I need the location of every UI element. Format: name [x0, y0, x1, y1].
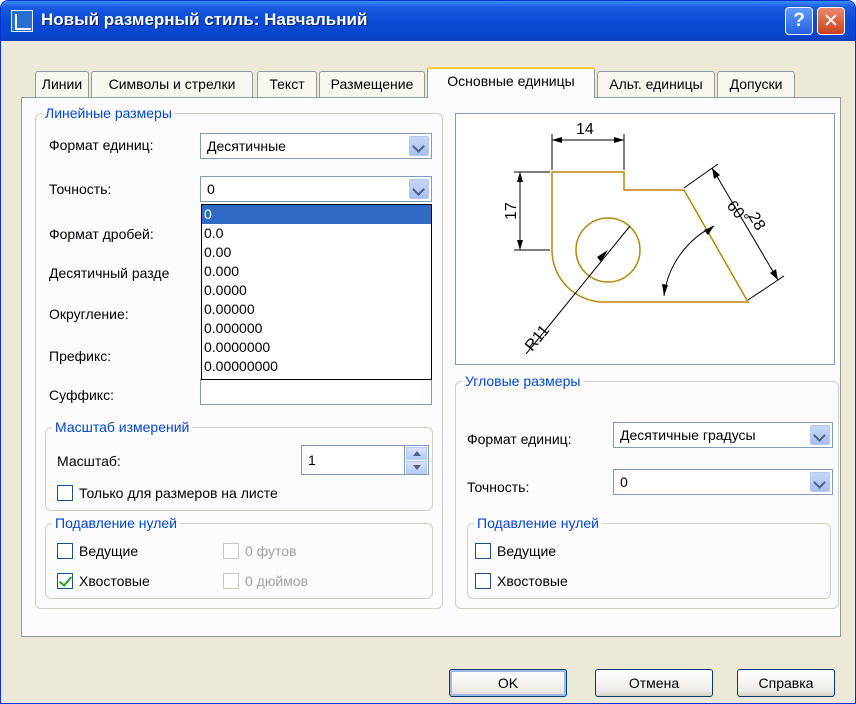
linear-unit-format-value: Десятичные: [207, 138, 286, 154]
precision-option[interactable]: 0.0000000: [202, 338, 431, 357]
spin-up-icon[interactable]: [406, 447, 427, 460]
tab-alternate-units[interactable]: Альт. единицы: [597, 71, 715, 97]
part-outline: [551, 171, 750, 303]
chevron-down-icon[interactable]: [409, 136, 429, 156]
angular-trailing-label: Хвостовые: [497, 573, 568, 589]
help-button[interactable]: Справка: [737, 669, 835, 697]
arrow-icon: [770, 269, 778, 280]
precision-option[interactable]: 0.0000: [202, 281, 431, 300]
precision-option[interactable]: 0.0: [202, 224, 431, 243]
measurement-scale-title: Масштаб измерений: [55, 419, 190, 435]
tab-tolerances[interactable]: Допуски: [717, 71, 795, 97]
roundoff-label: Округление:: [49, 306, 129, 322]
dim-top-text: 14: [576, 121, 594, 138]
linear-unit-format-label: Формат единиц:: [49, 137, 154, 153]
angular-dimensions-title: Угловые размеры: [465, 373, 581, 389]
dim-left-text: 17: [503, 202, 520, 220]
angular-precision-value: 0: [620, 474, 628, 490]
ok-button[interactable]: OK: [449, 669, 567, 697]
tab-primary-units[interactable]: Основные единицы: [427, 67, 595, 98]
linear-trailing-label: Хвостовые: [79, 573, 150, 589]
arrow-icon: [552, 137, 562, 143]
linear-leading-label: Ведущие: [79, 543, 139, 559]
dim-angle-text: 60°: [723, 198, 752, 227]
linear-unit-format-select[interactable]: Десятичные: [200, 133, 432, 159]
prefix-label: Префикс:: [49, 348, 112, 364]
help-title-button[interactable]: ?: [785, 7, 813, 35]
scale-label: Масштаб:: [57, 453, 121, 469]
angular-leading-checkbox[interactable]: [475, 543, 491, 559]
angular-unit-format-select[interactable]: Десятичные градусы: [613, 422, 833, 448]
spin-down-icon[interactable]: [406, 461, 427, 474]
preview-drawing: 14 17 R11 28 60°: [503, 121, 785, 355]
feet-checkbox: [223, 543, 239, 559]
window-title: Новый размерный стиль: Навчальний: [41, 10, 368, 29]
chevron-down-icon[interactable]: [810, 425, 830, 445]
linear-trailing-checkbox[interactable]: [57, 573, 73, 589]
angular-unit-format-value: Десятичные градусы: [620, 427, 756, 443]
linear-dimensions-title: Линейные размеры: [45, 105, 172, 121]
dim-28-ext-bottom: [747, 275, 785, 301]
tab-symbols-arrows[interactable]: Символы и стрелки: [91, 71, 253, 97]
dim-28-ext-top: [683, 163, 719, 189]
linear-precision-value: 0: [207, 181, 215, 197]
arrow-icon: [712, 168, 720, 179]
inches-checkbox: [223, 573, 239, 589]
chevron-down-icon[interactable]: [409, 179, 429, 199]
tab-lines[interactable]: Линии: [35, 71, 89, 97]
linear-precision-select[interactable]: 0: [200, 176, 432, 202]
app-icon: [11, 10, 33, 32]
title-bar[interactable]: Новый размерный стиль: Навчальний ? ✕: [1, 1, 855, 41]
inches-label: 0 дюймов: [245, 573, 309, 589]
close-button[interactable]: ✕: [817, 7, 845, 35]
precision-option[interactable]: 0.00000: [202, 300, 431, 319]
dimension-style-dialog: Новый размерный стиль: Навчальний ? ✕ Ли…: [0, 0, 856, 704]
arrow-icon: [517, 172, 523, 182]
suffix-input[interactable]: [200, 379, 432, 405]
arrow-icon: [614, 137, 624, 143]
angular-leading-label: Ведущие: [497, 543, 557, 559]
dim-angle-arc: [663, 225, 715, 297]
angular-precision-label: Точность:: [467, 479, 530, 495]
decimal-separator-label: Десятичный разде: [49, 265, 170, 281]
angular-unit-format-label: Формат единиц:: [467, 431, 572, 447]
precision-option[interactable]: 0: [202, 205, 431, 224]
precision-option[interactable]: 0.000: [202, 262, 431, 281]
linear-precision-label: Точность:: [49, 181, 112, 197]
angular-zero-suppression-title: Подавление нулей: [477, 515, 599, 531]
tab-fit[interactable]: Размещение: [319, 71, 425, 97]
arrow-icon: [517, 240, 523, 250]
precision-dropdown-list[interactable]: 0 0.0 0.00 0.000 0.0000 0.00000 0.000000…: [201, 204, 432, 380]
scale-input[interactable]: 1: [301, 445, 405, 475]
layout-only-label: Только для размеров на листе: [79, 485, 278, 501]
angular-precision-select[interactable]: 0: [613, 469, 833, 495]
precision-option[interactable]: 0.00: [202, 243, 431, 262]
fraction-format-label: Формат дробей:: [49, 226, 154, 242]
precision-option[interactable]: 0.000000: [202, 319, 431, 338]
feet-label: 0 футов: [245, 543, 297, 559]
scale-spinner[interactable]: [404, 445, 429, 475]
linear-leading-checkbox[interactable]: [57, 543, 73, 559]
linear-zero-suppression-title: Подавление нулей: [55, 515, 177, 531]
precision-option[interactable]: 0.00000000: [202, 357, 431, 376]
chevron-down-icon[interactable]: [810, 472, 830, 492]
angular-trailing-checkbox[interactable]: [475, 573, 491, 589]
cancel-button[interactable]: Отмена: [595, 669, 713, 697]
arrow-icon: [662, 284, 668, 296]
layout-only-checkbox[interactable]: [57, 485, 73, 501]
preview-panel: 14 17 R11 28 60°: [455, 113, 835, 365]
tab-text[interactable]: Текст: [257, 71, 317, 97]
suffix-label: Суффикс:: [49, 387, 114, 403]
